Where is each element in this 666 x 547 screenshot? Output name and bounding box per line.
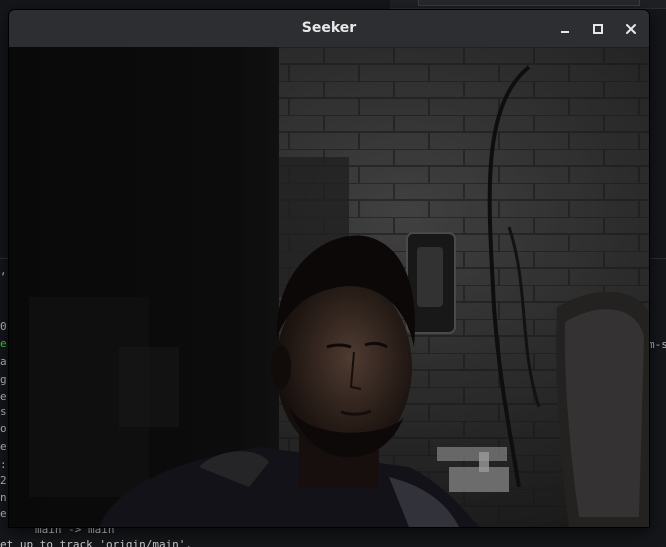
terminal-fragment: o — [0, 422, 7, 435]
terminal-fragment: e — [0, 507, 7, 520]
terminal-fragment: e — [0, 337, 7, 350]
terminal-git-track-line: et up to track 'origin/main'. — [0, 538, 193, 547]
terminal-fragment-right: m-s — [648, 338, 666, 351]
terminal-fragment: n — [0, 491, 7, 504]
camera-feed — [9, 47, 649, 527]
window-title: Seeker — [301, 20, 357, 36]
close-button[interactable] — [621, 19, 641, 39]
terminal-fragment: e — [0, 440, 7, 453]
window-titlebar[interactable]: Seeker — [9, 10, 649, 48]
seeker-window: Seeker — [9, 10, 649, 527]
desktop: , 0 e a g e s o e : 2 n e m-s main -> ma… — [0, 0, 666, 547]
terminal-fragment: , — [0, 264, 7, 277]
terminal-fragment: 0 — [0, 320, 7, 333]
minimize-icon — [561, 31, 569, 33]
maximize-icon — [593, 24, 603, 34]
terminal-fragment: s — [0, 405, 7, 418]
terminal-fragment: e — [0, 390, 7, 403]
terminal-fragment: a — [0, 355, 7, 368]
terminal-fragment: 2 — [0, 474, 7, 487]
terminal-fragment: g — [0, 373, 7, 386]
close-icon — [626, 24, 636, 34]
maximize-button[interactable] — [588, 19, 608, 39]
background-search-field[interactable] — [418, 0, 640, 6]
terminal-fragment: : — [0, 458, 7, 471]
minimize-button[interactable] — [555, 19, 575, 39]
webcam-frame-image — [9, 47, 649, 527]
